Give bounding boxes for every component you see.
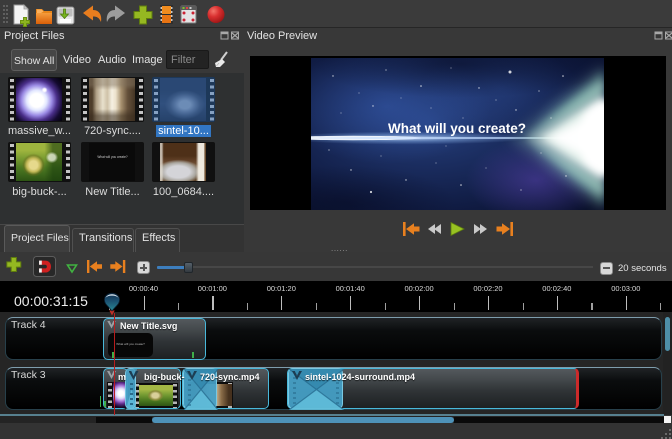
svg-text:What will you create?: What will you create? bbox=[388, 121, 526, 136]
